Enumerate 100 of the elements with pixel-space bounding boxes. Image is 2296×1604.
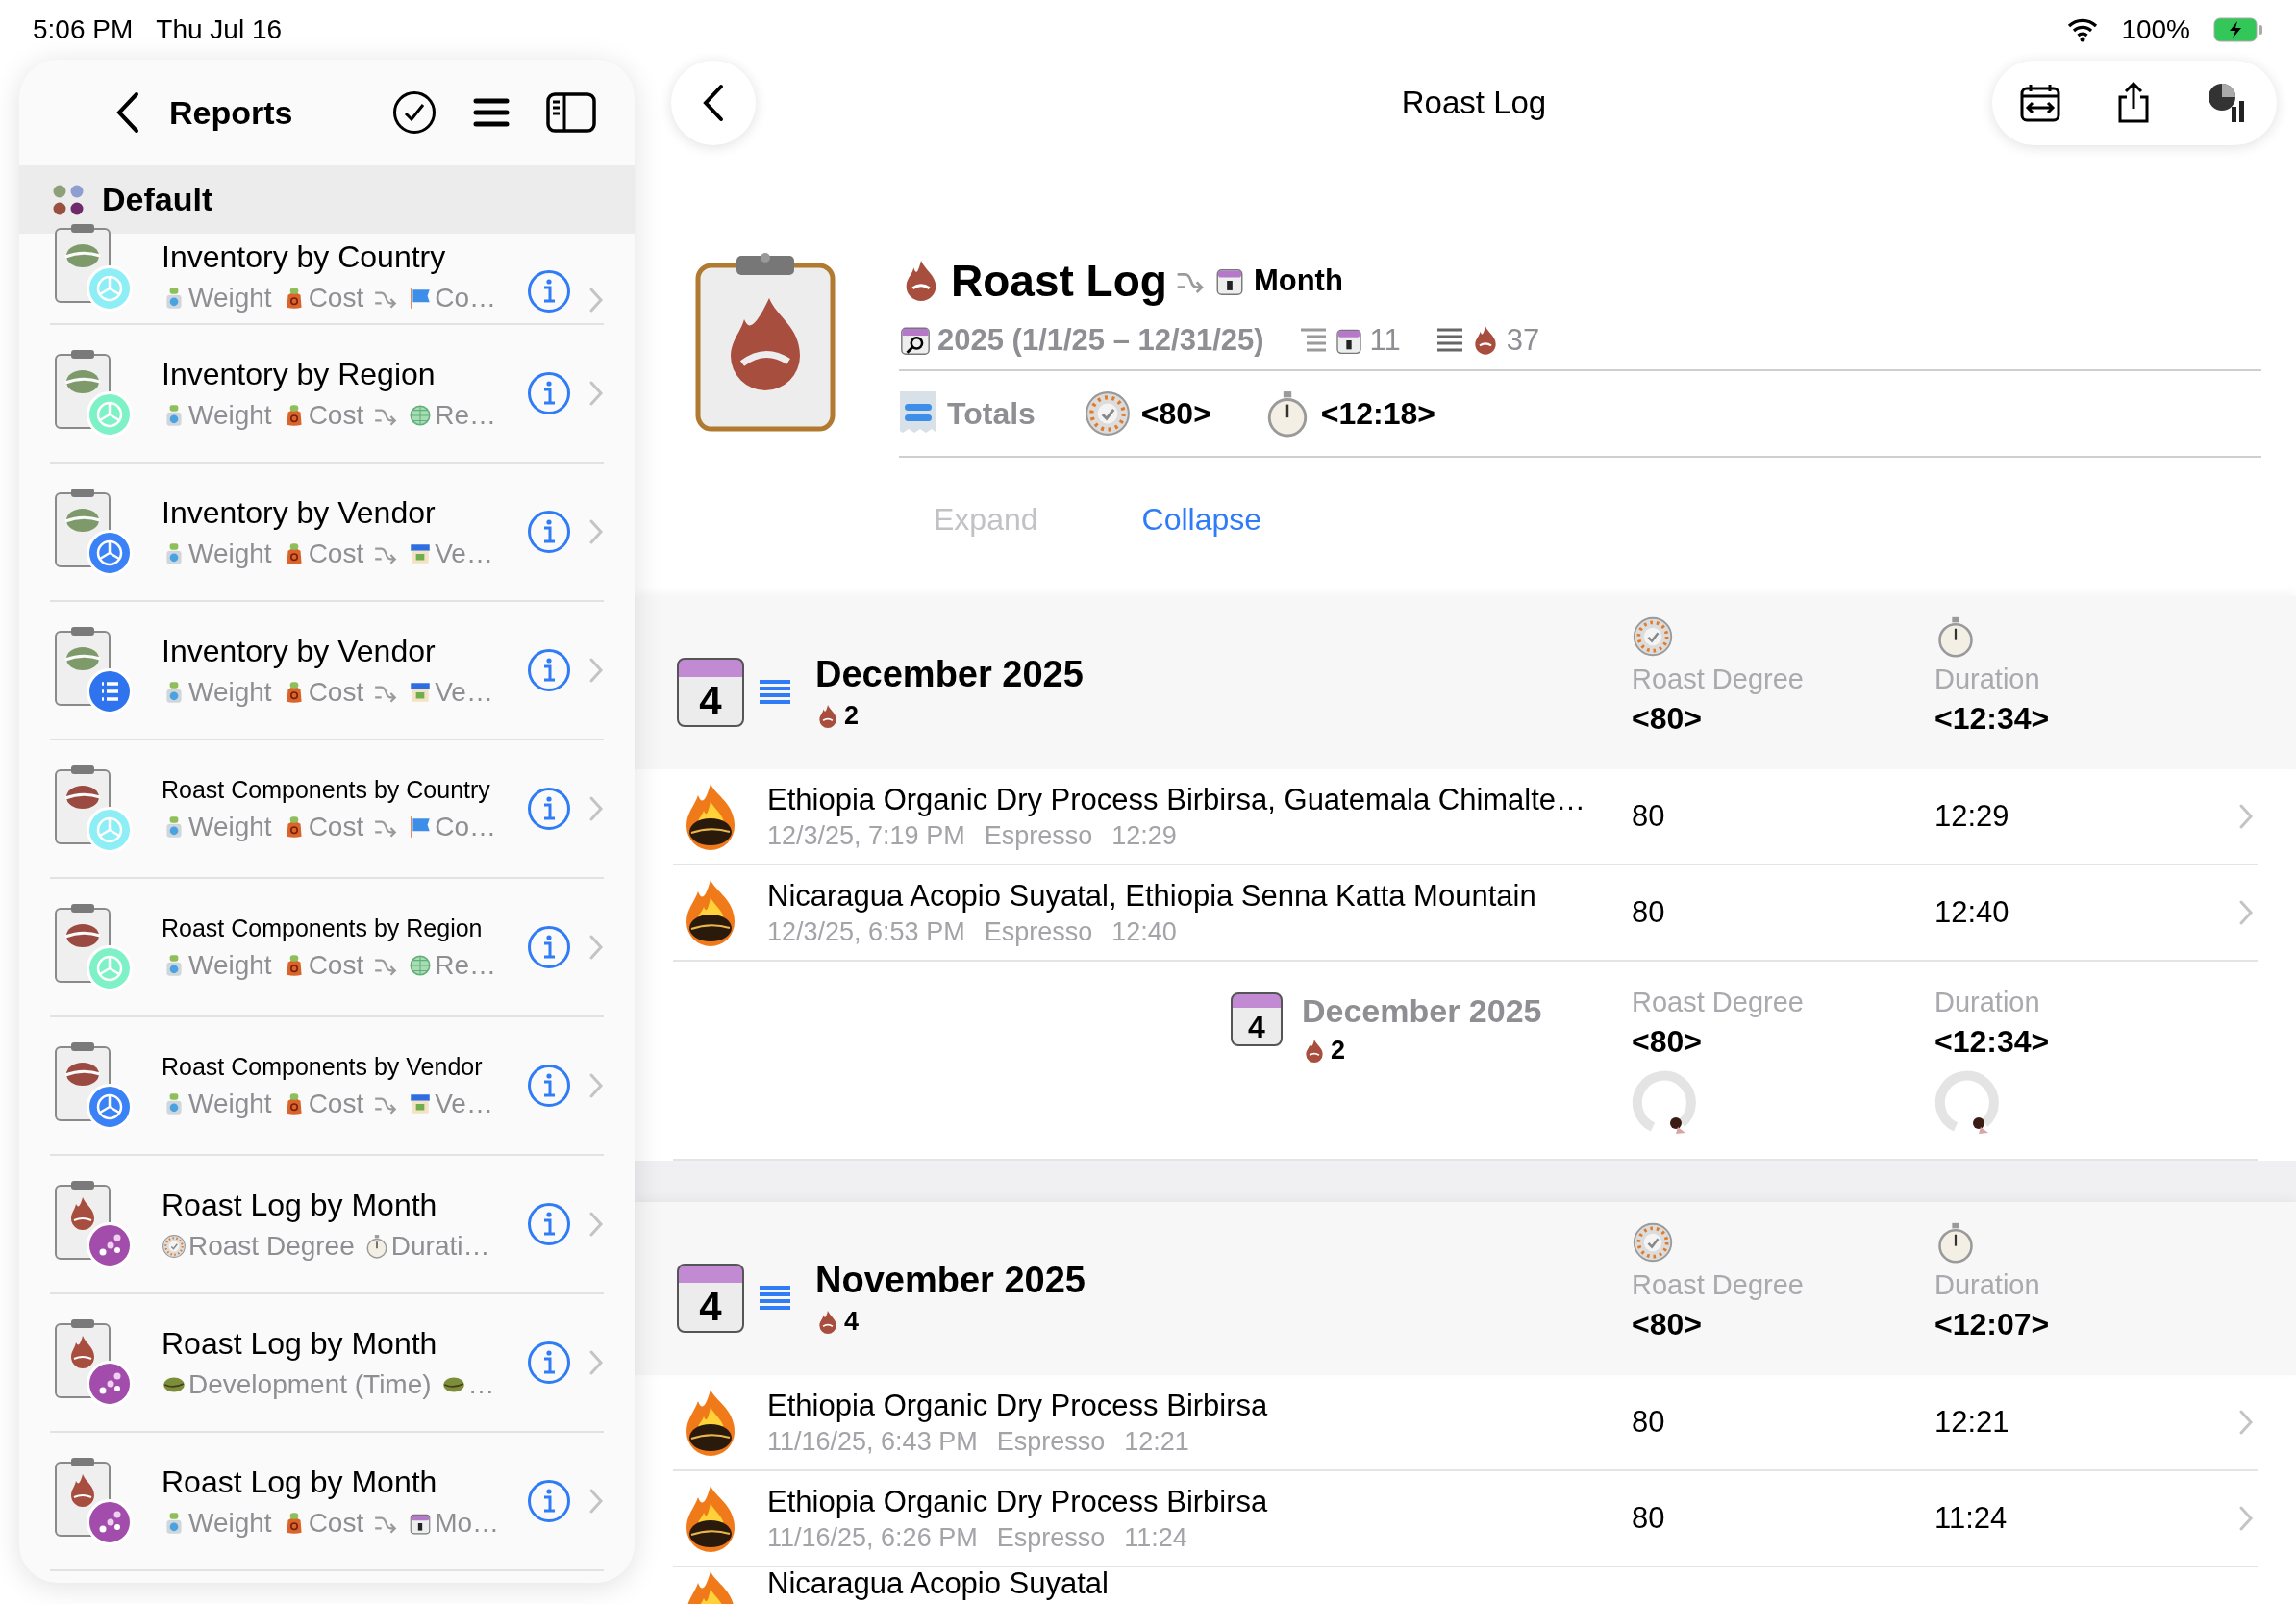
detail-label: Cost bbox=[308, 811, 364, 842]
info-icon[interactable] bbox=[527, 925, 571, 969]
roast-time: 12:21 bbox=[1124, 1426, 1189, 1457]
gauge-icon bbox=[162, 1233, 187, 1259]
roast-date: 12/3/25, 6:53 PM bbox=[767, 916, 965, 947]
detail-label: Re… bbox=[435, 949, 496, 981]
sidebar-title: Reports bbox=[169, 93, 294, 132]
calendar-icon: 4 bbox=[1231, 992, 1283, 1046]
chevron-icon bbox=[2238, 1505, 2254, 1532]
roast-method: Espresso bbox=[984, 820, 1093, 851]
column-average: <80> bbox=[1632, 1024, 1703, 1060]
summary-title: December 2025 bbox=[1302, 992, 1542, 1030]
detail-label: Weight bbox=[188, 1088, 272, 1119]
detail-label: Cost bbox=[308, 538, 364, 569]
roast-title[interactable]: Nicaragua Acopio Suyatal bbox=[767, 1569, 1109, 1598]
battery-icon bbox=[2213, 17, 2263, 42]
detail-label: Weight bbox=[188, 399, 272, 431]
chevron-icon bbox=[588, 934, 604, 961]
table-cell: 80 bbox=[1632, 799, 1665, 833]
chevron-icon bbox=[588, 1072, 604, 1099]
section-title: November 2025 bbox=[815, 1260, 1086, 1301]
back-icon[interactable] bbox=[115, 91, 140, 134]
dots-grid-icon bbox=[52, 183, 85, 216]
chevron-icon bbox=[588, 380, 604, 407]
total-value: <12:18> bbox=[1320, 395, 1436, 432]
column-average: <12:34> bbox=[1934, 701, 2051, 737]
calendar-range-icon[interactable] bbox=[2020, 84, 2061, 122]
detail-label: Re… bbox=[435, 399, 496, 431]
checkmark-circle-icon[interactable] bbox=[392, 90, 437, 135]
roast-title[interactable]: Ethiopia Organic Dry Process Birbirsa, Guatemala Chimalte… bbox=[767, 782, 1586, 817]
report-title: Roast Log by Month bbox=[162, 1464, 438, 1500]
roast-title[interactable]: Ethiopia Organic Dry Process Birbirsa bbox=[767, 1388, 1268, 1423]
table-cell: 12:29 bbox=[1934, 799, 2009, 834]
info-icon[interactable] bbox=[527, 787, 571, 831]
info-icon[interactable] bbox=[527, 1341, 571, 1385]
column-label: Duration bbox=[1934, 987, 2041, 1018]
info-icon[interactable] bbox=[527, 269, 571, 313]
action-button[interactable]: Collapse bbox=[1128, 496, 1276, 543]
roast-count: 2 bbox=[1331, 1036, 1346, 1065]
roast-method: Espresso bbox=[984, 916, 1093, 947]
detail-label: Mo… bbox=[435, 1507, 500, 1539]
report-title: Inventory by Vendor bbox=[162, 633, 437, 669]
clipboard-icon bbox=[694, 250, 836, 433]
table-cell: 80 bbox=[1632, 1405, 1665, 1439]
detail-label: Cost bbox=[308, 283, 364, 313]
table-cell: 12:21 bbox=[1934, 1405, 2009, 1440]
detail-label: Weight bbox=[188, 1507, 272, 1539]
detail-label: Ve… bbox=[435, 676, 493, 708]
sidebar-toggle-icon[interactable] bbox=[546, 92, 596, 133]
chevron-icon bbox=[588, 1349, 604, 1376]
group-by-label: Month bbox=[1253, 263, 1343, 298]
roast-title[interactable]: Ethiopia Organic Dry Process Birbirsa bbox=[767, 1484, 1268, 1519]
detail-label: Cost bbox=[308, 399, 364, 431]
info-icon[interactable] bbox=[527, 648, 571, 692]
column-label: Roast Degree bbox=[1632, 664, 1805, 695]
report-title: Roast Components by Country bbox=[162, 775, 491, 804]
info-icon[interactable] bbox=[527, 1479, 571, 1523]
status-date: Thu Jul 16 bbox=[156, 14, 283, 45]
section-title: December 2025 bbox=[815, 654, 1084, 695]
roast-count: 4 bbox=[844, 1307, 860, 1337]
month-count: 11 bbox=[1369, 323, 1401, 358]
roast-method: Espresso bbox=[996, 1426, 1106, 1457]
info-icon[interactable] bbox=[527, 371, 571, 415]
menu-icon[interactable] bbox=[473, 96, 510, 129]
info-icon[interactable] bbox=[527, 510, 571, 554]
roast-method: Espresso bbox=[996, 1522, 1106, 1553]
total-value: <80> bbox=[1140, 395, 1211, 432]
detail-label: Roast Degree bbox=[188, 1230, 355, 1262]
report-title: Roast Log by Month bbox=[162, 1187, 438, 1223]
list-icon bbox=[1435, 326, 1464, 355]
info-icon[interactable] bbox=[527, 1064, 571, 1108]
list-icon bbox=[1298, 326, 1328, 355]
gauge-icon bbox=[1632, 615, 1674, 658]
report-title: Inventory by Region bbox=[162, 356, 437, 392]
detail-label: Cost bbox=[308, 1088, 364, 1119]
detail-label: Durati… bbox=[390, 1230, 490, 1262]
roast-time: 12:40 bbox=[1111, 916, 1177, 947]
share-icon[interactable] bbox=[2117, 82, 2150, 124]
info-icon[interactable] bbox=[527, 1202, 571, 1246]
chevron-icon bbox=[2238, 803, 2254, 830]
detail-label: Co… bbox=[435, 283, 496, 313]
detail-label: Cost bbox=[308, 949, 364, 981]
roast-title[interactable]: Nicaragua Acopio Suyatal, Ethiopia Senna Katta Mountain bbox=[767, 878, 1536, 914]
roast-time: 12:29 bbox=[1111, 820, 1177, 851]
chevron-icon bbox=[588, 1211, 604, 1238]
report-heading: Roast Log bbox=[951, 255, 1167, 307]
calendar-icon: 4 bbox=[677, 658, 744, 727]
column-label: Duration bbox=[1934, 1269, 2041, 1301]
chevron-icon bbox=[588, 518, 604, 545]
report-title: Roast Log by Month bbox=[162, 1325, 438, 1362]
report-title: Inventory by Country bbox=[162, 239, 447, 275]
table-cell: 80 bbox=[1632, 895, 1665, 929]
column-average: <12:34> bbox=[1934, 1024, 2051, 1060]
column-average: <80> bbox=[1632, 1307, 1703, 1342]
detail-label: Weight bbox=[188, 676, 272, 708]
date-range: 2025 (1/1/25 – 12/31/25) bbox=[937, 323, 1264, 358]
chevron-icon bbox=[588, 657, 604, 684]
detail-label: Weight bbox=[188, 538, 272, 569]
table-cell: 12:40 bbox=[1934, 895, 2009, 930]
column-label: Duration bbox=[1934, 664, 2041, 695]
